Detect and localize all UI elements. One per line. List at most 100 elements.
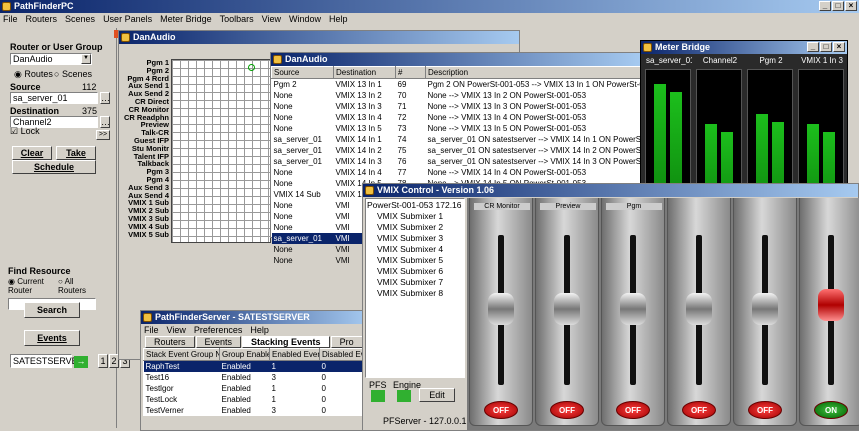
server-tab[interactable]: Stacking Events: [242, 336, 330, 348]
table-row[interactable]: None VMIX 13 In 3 71 None --> VMIX 13 In 3 …: [272, 101, 641, 112]
vmix-submixer-item[interactable]: VMIX Submixer 1: [377, 211, 463, 222]
minimize-button[interactable]: _: [807, 42, 819, 52]
source-more-button[interactable]: …: [100, 92, 110, 104]
search-button[interactable]: Search: [24, 302, 80, 318]
server-tab[interactable]: Events: [195, 336, 242, 348]
menu-item[interactable]: File: [144, 324, 159, 336]
routes-radio[interactable]: ◉ Routes: [14, 69, 53, 80]
scenes-radio[interactable]: ○ Scenes: [54, 69, 92, 79]
connect-arrow-icon[interactable]: →: [74, 356, 88, 368]
table-cell: 1: [271, 362, 276, 371]
clear-button[interactable]: Clear: [12, 146, 52, 160]
menu-item[interactable]: Window: [289, 13, 321, 25]
table-row[interactable]: TestVerner Enabled 3 0: [144, 405, 369, 416]
source-select[interactable]: sa_server_01: [10, 92, 98, 104]
crosspoint-grid[interactable]: [171, 59, 271, 243]
table-row[interactable]: Test16 Enabled 3 0: [144, 372, 369, 383]
source-count: 112: [82, 82, 97, 92]
vmix-submixer-item[interactable]: VMIX Submixer 2: [377, 222, 463, 233]
menu-item[interactable]: Help: [250, 324, 269, 336]
server-column-header[interactable]: Stack Event Group Name: [143, 348, 220, 361]
vmix-submixer-item[interactable]: VMIX Submixer 6: [377, 266, 463, 277]
off-button[interactable]: OFF: [484, 401, 518, 419]
off-button[interactable]: OFF: [748, 401, 782, 419]
edit-button[interactable]: Edit: [419, 388, 455, 402]
server-column-header[interactable]: Group Enabled: [219, 348, 270, 361]
server-tab[interactable]: Routers: [145, 336, 195, 348]
menu-item[interactable]: Meter Bridge: [160, 13, 212, 25]
expand-button[interactable]: >>: [96, 130, 110, 140]
events-button[interactable]: Events: [24, 330, 80, 346]
table-row[interactable]: sa_server_01 VMIX 14 In 2 75 sa_server_01 O…: [272, 145, 641, 156]
table-row[interactable]: None VMIX 13 In 4 72 None --> VMIX 13 In 4 …: [272, 112, 641, 123]
routes-column-header[interactable]: Destination: [333, 66, 396, 79]
table-row[interactable]: TestLock Enabled 1 0: [144, 394, 369, 405]
chevron-down-icon[interactable]: ▼: [81, 54, 91, 64]
table-cell: Enabled: [221, 395, 251, 404]
router-group-select[interactable]: DanAudio ▼: [10, 53, 92, 65]
fader-knob[interactable]: [818, 289, 844, 321]
table-row[interactable]: None VMIX 14 In 4 77 None --> VMIX 14 In 4 …: [272, 167, 641, 178]
fader-knob[interactable]: [488, 293, 514, 325]
fader-knob[interactable]: [686, 293, 712, 325]
routes-radio-label: Routes: [24, 69, 53, 79]
vmix-submixer-item[interactable]: VMIX Submixer 7: [377, 277, 463, 288]
on-button[interactable]: ON: [814, 401, 848, 419]
off-button[interactable]: OFF: [550, 401, 584, 419]
vmix-submixer-item[interactable]: VMIX Submixer 8: [377, 288, 463, 299]
minimize-button[interactable]: _: [819, 1, 831, 11]
meter-channel-label: sa_server_01: [646, 56, 692, 65]
meter-bridge-titlebar: Meter Bridge _ □ ×: [641, 41, 847, 54]
vmix-submixer-item[interactable]: VMIX Submixer 5: [377, 255, 463, 266]
off-button[interactable]: OFF: [682, 401, 716, 419]
menu-item[interactable]: Routers: [26, 13, 58, 25]
maximize-button[interactable]: □: [820, 42, 832, 52]
menu-item[interactable]: View: [262, 13, 281, 25]
table-cell: VMIX 14 In 3: [335, 157, 382, 166]
table-row[interactable]: Pgm 2 VMIX 13 In 1 69 Pgm 2 ON PowerSt-001-…: [272, 79, 641, 91]
menu-item[interactable]: View: [167, 324, 186, 336]
menu-item[interactable]: Help: [329, 13, 348, 25]
table-cell: sa_server_01 ON satestserver --> VMIX 14…: [427, 135, 641, 144]
table-row[interactable]: None VMIX 13 In 2 70 None --> VMIX 13 In 2 …: [272, 90, 641, 101]
table-row[interactable]: RaphTest Enabled 1 0: [143, 360, 369, 372]
menu-item[interactable]: Preferences: [194, 324, 243, 336]
close-button[interactable]: ×: [833, 42, 845, 52]
destination-more-button[interactable]: …: [100, 116, 110, 128]
menu-item[interactable]: User Panels: [103, 13, 152, 25]
menu-item[interactable]: Toolbars: [220, 13, 254, 25]
destination-count: 375: [82, 106, 98, 116]
take-button[interactable]: Take: [56, 146, 96, 160]
schedule-button[interactable]: Schedule: [12, 160, 96, 174]
current-router-label: Current Router: [8, 277, 44, 295]
page-button[interactable]: 1: [98, 354, 108, 368]
server-column-header[interactable]: Enabled Events: [269, 348, 320, 361]
table-cell: Testlgor: [145, 384, 174, 393]
vmix-tree-root[interactable]: PowerSt-001-053 172.16: [367, 200, 463, 211]
crosspoint-active[interactable]: [248, 64, 255, 71]
routes-column-header[interactable]: #: [395, 66, 426, 79]
vmix-submixer-item[interactable]: VMIX Submixer 4: [377, 244, 463, 255]
table-cell: sa_server_01: [273, 146, 322, 155]
off-button[interactable]: OFF: [616, 401, 650, 419]
fader-knob[interactable]: [620, 293, 646, 325]
fader-knob[interactable]: [752, 293, 778, 325]
routes-column-header[interactable]: Description: [425, 66, 641, 79]
lock-checkbox[interactable]: ☑ Lock: [10, 126, 40, 137]
table-row[interactable]: Testlgor Enabled 1 0: [144, 383, 369, 394]
fader-knob[interactable]: [554, 293, 580, 325]
table-row[interactable]: sa_server_01 VMIX 14 In 3 76 sa_server_01 O…: [272, 156, 641, 167]
window-icon: [365, 186, 374, 195]
all-routers-radio[interactable]: ○ All Routers: [58, 277, 98, 295]
menu-item[interactable]: File: [3, 13, 18, 25]
table-row[interactable]: sa_server_01 VMIX 14 In 1 74 sa_server_01 O…: [272, 134, 641, 145]
vmix-submixer-item[interactable]: VMIX Submixer 3: [377, 233, 463, 244]
maximize-button[interactable]: □: [832, 1, 844, 11]
current-router-radio[interactable]: ◉ Current Router: [8, 277, 48, 295]
close-button[interactable]: ×: [845, 1, 857, 11]
table-cell: RaphTest: [145, 362, 180, 371]
server-tab[interactable]: Pro: [330, 336, 363, 348]
table-row[interactable]: None VMIX 13 In 5 73 None --> VMIX 13 In 5 …: [272, 123, 641, 134]
menu-item[interactable]: Scenes: [65, 13, 95, 25]
routes-column-header[interactable]: Source: [271, 66, 334, 79]
